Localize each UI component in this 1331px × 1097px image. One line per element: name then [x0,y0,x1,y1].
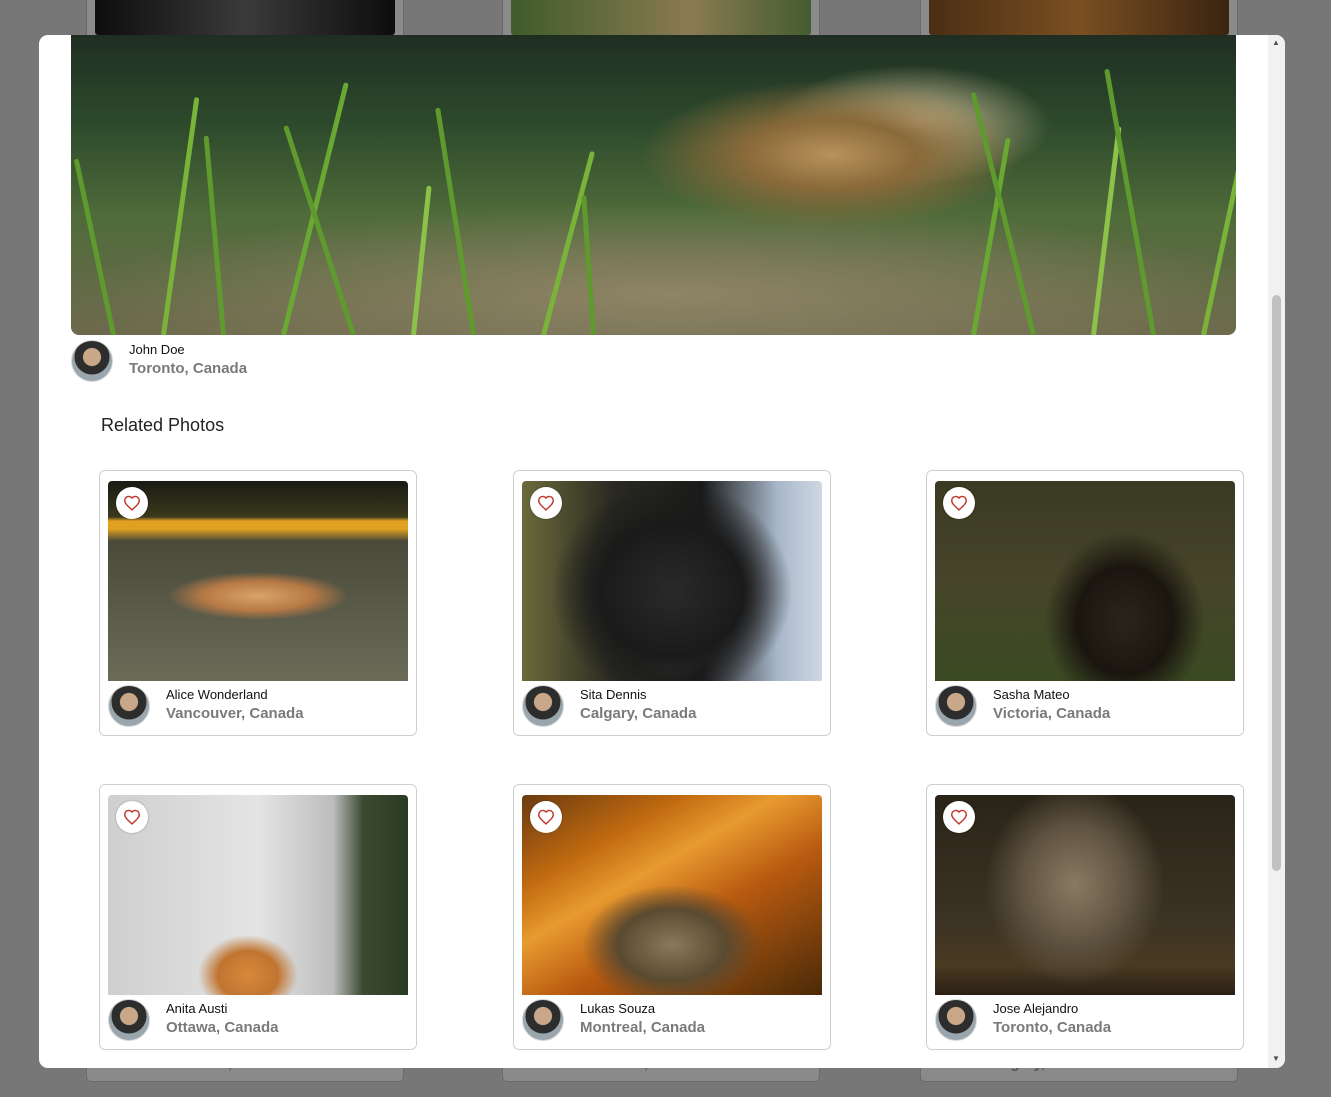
photo-modal: John Doe Toronto, Canada Related Photos … [39,35,1285,1068]
owner-location: Vancouver, Canada [166,705,304,722]
owner-location: Montreal, Canada [580,1019,706,1036]
heart-outline-icon [123,809,141,825]
related-photo-card[interactable]: Alice Wonderland Vancouver, Canada [99,470,417,736]
background-card-photo [95,0,395,35]
main-photo-owner: John Doe Toronto, Canada [71,340,247,382]
heart-outline-icon [537,495,555,511]
owner-name: John Doe [129,342,185,357]
avatar [522,685,564,727]
avatar [71,340,113,382]
favorite-button[interactable] [116,801,148,833]
owner-name: Jose Alejandro [993,1001,1079,1016]
card-owner: Jose Alejandro Toronto, Canada [935,999,1111,1041]
avatar [935,999,977,1041]
card-owner: Anita Austi Ottawa, Canada [108,999,279,1041]
owner-name: Anita Austi [166,1001,228,1016]
heart-outline-icon [950,809,968,825]
related-photo[interactable] [522,795,822,995]
related-photo-card[interactable]: Sita Dennis Calgary, Canada [513,470,831,736]
owner-location: Victoria, Canada [993,705,1111,722]
scrollbar-thumb[interactable] [1272,295,1281,871]
favorite-button[interactable] [943,487,975,519]
favorite-button[interactable] [530,801,562,833]
owner-name: Lukas Souza [580,1001,656,1016]
owner-location: Toronto, Canada [129,360,248,377]
avatar [935,685,977,727]
main-photo [71,35,1236,335]
card-owner: Sasha Mateo Victoria, Canada [935,685,1110,727]
related-photos-heading: Related Photos [101,415,225,435]
related-photo[interactable] [108,481,408,681]
triangle-down-icon[interactable]: ▼ [1272,1054,1280,1064]
related-photo[interactable] [522,481,822,681]
triangle-up-icon[interactable]: ▲ [1272,38,1280,48]
background-card-photo [511,0,811,35]
avatar [108,685,150,727]
owner-name: Alice Wonderland [166,687,268,702]
card-owner: Lukas Souza Montreal, Canada [522,999,705,1041]
owner-location: Toronto, Canada [993,1019,1112,1036]
owner-location: Calgary, Canada [580,705,697,722]
heart-outline-icon [950,495,968,511]
related-photo[interactable] [935,795,1235,995]
card-owner: Sita Dennis Calgary, Canada [522,685,696,727]
related-photo-card[interactable]: Lukas Souza Montreal, Canada [513,784,831,1050]
background-card-photo [929,0,1229,35]
favorite-button[interactable] [116,487,148,519]
related-photo[interactable] [108,795,408,995]
related-photo-card[interactable]: Anita Austi Ottawa, Canada [99,784,417,1050]
favorite-button[interactable] [530,487,562,519]
related-photo-card[interactable]: Sasha Mateo Victoria, Canada [926,470,1244,736]
favorite-button[interactable] [943,801,975,833]
owner-name: Sita Dennis [580,687,647,702]
related-photo-card[interactable]: Jose Alejandro Toronto, Canada [926,784,1244,1050]
heart-outline-icon [123,495,141,511]
related-photo[interactable] [935,481,1235,681]
heart-outline-icon [537,809,555,825]
owner-location: Ottawa, Canada [166,1019,279,1036]
card-owner: Alice Wonderland Vancouver, Canada [108,685,304,727]
owner-name: Sasha Mateo [993,687,1070,702]
avatar [108,999,150,1041]
avatar [522,999,564,1041]
modal-scrollbar[interactable]: ▲ ▼ [1268,35,1285,1068]
